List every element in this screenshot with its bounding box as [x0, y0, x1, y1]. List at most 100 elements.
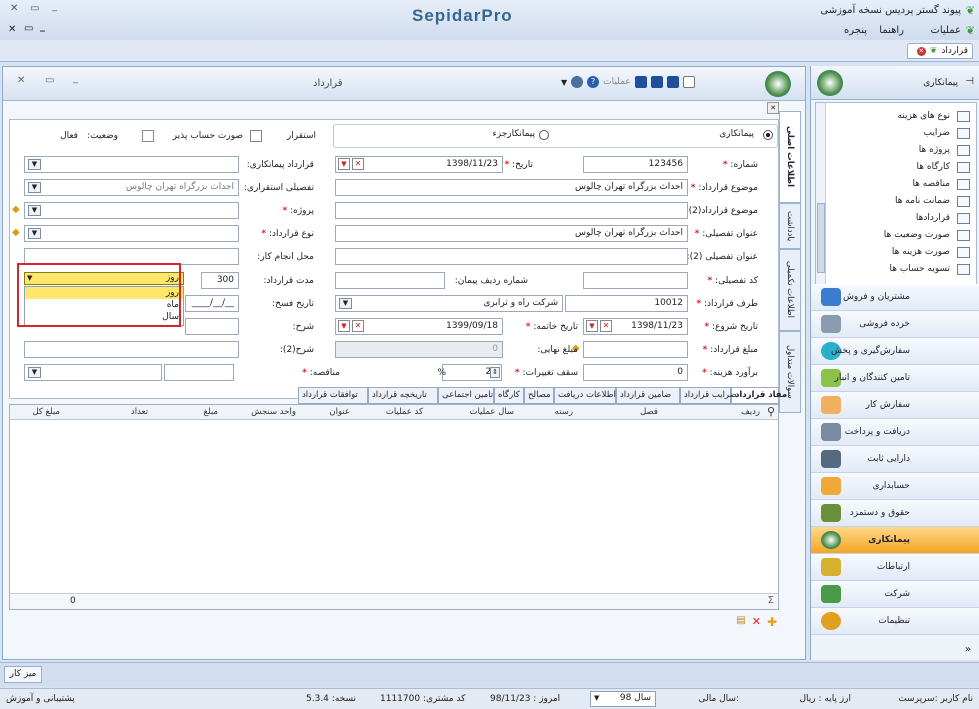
- pin-icon[interactable]: ⊣: [965, 76, 974, 87]
- module-accounting[interactable]: حسابداری: [811, 473, 979, 500]
- tree-item-workshops[interactable]: کارگاه ها: [917, 162, 950, 172]
- sign-icon[interactable]: [571, 76, 584, 88]
- party-code-field[interactable]: 10012: [565, 295, 688, 312]
- gtab-agreements[interactable]: توافقات قرارداد: [298, 387, 368, 404]
- start-field[interactable]: 1398/11/23: [583, 318, 688, 335]
- tab-contract[interactable]: ✕ ❦ قرارداد: [907, 43, 973, 59]
- date-filter-icon[interactable]: ▼: [338, 158, 350, 170]
- col-total[interactable]: مبلغ کل: [32, 407, 60, 417]
- tender-dropdown[interactable]: ▼: [28, 367, 41, 378]
- desktop-button[interactable]: میز کار: [4, 666, 42, 683]
- cancel-date-field[interactable]: __/__/____: [185, 295, 239, 312]
- add-row-icon[interactable]: ✚: [767, 615, 777, 629]
- start-filter-icon[interactable]: ▼: [586, 320, 598, 332]
- tree-item-settlements[interactable]: تسویه حساب ها: [889, 264, 950, 274]
- col-op-code[interactable]: کد عملیات: [386, 407, 423, 417]
- tree-item-tenders[interactable]: مناقصه ها: [912, 179, 950, 189]
- vtab-extra-info[interactable]: اطلاعات تکمیلی: [779, 249, 801, 331]
- module-treasury[interactable]: دریافت و پرداخت: [811, 419, 979, 446]
- project-field[interactable]: [24, 202, 239, 219]
- subject2-field[interactable]: [335, 202, 688, 219]
- copy-row-icon[interactable]: ▤: [736, 615, 745, 629]
- vtab-main-info[interactable]: اطلاعات اصلی: [779, 111, 801, 203]
- gtab-workshop[interactable]: کارگاه: [494, 387, 524, 404]
- gtab-receipt[interactable]: اطلاعات دریافت: [554, 387, 616, 404]
- sidebar-expand-icon[interactable]: »: [965, 644, 971, 655]
- col-title[interactable]: عنوان: [329, 407, 350, 417]
- doc-close-icon[interactable]: ✕: [8, 24, 16, 35]
- desc2-field[interactable]: [24, 341, 239, 358]
- toolbar-operations[interactable]: عملیات: [603, 77, 630, 87]
- end-filter-icon[interactable]: ▼: [338, 320, 350, 332]
- project-dropdown[interactable]: ▼: [28, 205, 41, 216]
- col-price[interactable]: مبلغ: [204, 407, 218, 417]
- gtab-social[interactable]: تامین اجتماعی: [438, 387, 494, 404]
- col-qty[interactable]: تعداد: [131, 407, 148, 417]
- tree-item-contracts[interactable]: قراردادها: [916, 213, 950, 223]
- clear-form-icon[interactable]: ✕: [767, 102, 779, 114]
- save-close-icon[interactable]: [650, 76, 663, 88]
- gtab-coeff[interactable]: ضرایب قرارداد: [680, 387, 737, 404]
- estimate-field[interactable]: 0: [583, 364, 688, 381]
- col-op-year[interactable]: سال عملیات: [469, 407, 514, 417]
- contract-row-field[interactable]: [335, 272, 445, 289]
- module-company[interactable]: شرکت: [811, 581, 979, 608]
- gtab-guarantees[interactable]: ضامین قرارداد: [616, 387, 680, 404]
- detail-code-field[interactable]: [583, 272, 688, 289]
- contractor-contract-dropdown[interactable]: ▼: [28, 159, 41, 170]
- win-restore-icon[interactable]: ▭: [45, 75, 54, 86]
- ceiling-spinner[interactable]: ⇕: [490, 367, 500, 378]
- tree-item-coefficients[interactable]: ضرایب: [924, 128, 950, 138]
- gtab-terms[interactable]: مفاد قرارداد: [731, 387, 787, 404]
- billable-checkbox[interactable]: [142, 130, 154, 142]
- fiscal-year-select[interactable]: سال 98 ▼: [590, 691, 656, 707]
- dropdown-arrow-icon[interactable]: ▼: [561, 78, 567, 87]
- menu-help[interactable]: راهنما: [879, 25, 904, 36]
- module-contracting[interactable]: پیمانکاری: [811, 527, 979, 554]
- menu-operations[interactable]: عملیات: [930, 25, 961, 36]
- tab-close-icon[interactable]: ✕: [916, 46, 926, 56]
- module-payroll[interactable]: حقوق و دستمزد: [811, 500, 979, 527]
- amount-field[interactable]: [583, 341, 688, 358]
- save-new-icon[interactable]: [634, 76, 647, 88]
- grid-search-icon[interactable]: ⚲: [767, 405, 775, 418]
- vtab-faq[interactable]: سوالات متداول: [779, 331, 801, 413]
- module-suppliers[interactable]: تامین کنندگان و انبار: [811, 365, 979, 392]
- tree-scroll-thumb[interactable]: [817, 203, 825, 273]
- col-class[interactable]: رسته: [555, 407, 573, 417]
- module-work-order[interactable]: سفارش کار: [811, 392, 979, 419]
- party-name-field[interactable]: شرکت راه و ترابری: [335, 295, 563, 312]
- close-window-icon[interactable]: ✕: [10, 3, 18, 14]
- minimize-window-icon[interactable]: _: [52, 1, 57, 12]
- party-dropdown[interactable]: ▼: [339, 298, 352, 309]
- restore-window-icon[interactable]: ▭: [30, 3, 39, 14]
- delete-row-icon[interactable]: ✕: [752, 615, 761, 629]
- start-clear-icon[interactable]: ✕: [600, 320, 612, 332]
- help-icon[interactable]: ?: [587, 76, 600, 88]
- end-clear-icon[interactable]: ✕: [352, 320, 364, 332]
- module-communications[interactable]: ارتباطات: [811, 554, 979, 581]
- doc-minimize-icon[interactable]: _: [40, 21, 45, 32]
- module-assets[interactable]: دارایی ثابت: [811, 446, 979, 473]
- gtab-materials[interactable]: مصالح: [524, 387, 554, 404]
- col-chapter[interactable]: فصل: [640, 407, 658, 417]
- contract-type-field[interactable]: [24, 225, 239, 242]
- col-unit[interactable]: واحد سنجش: [251, 407, 296, 417]
- contract-type-dropdown[interactable]: ▼: [28, 228, 41, 239]
- tender-code-field[interactable]: [24, 364, 162, 381]
- date-clear-icon[interactable]: ✕: [352, 158, 364, 170]
- detail-title2-field[interactable]: [335, 248, 688, 265]
- subject-field[interactable]: احداث بزرگراه تهران چالوس: [335, 179, 688, 196]
- win-minimize-icon[interactable]: _: [73, 73, 78, 84]
- number-field[interactable]: 123456: [583, 156, 688, 173]
- tree-item-projects[interactable]: پروژه ها: [919, 145, 950, 155]
- desc-field[interactable]: [185, 318, 239, 335]
- contractor-contract-field[interactable]: [24, 156, 239, 173]
- module-sales[interactable]: مشتریان و فروش: [811, 284, 979, 311]
- vtab-notes[interactable]: یادداشت: [779, 203, 801, 249]
- fiscal-dropdown-icon[interactable]: ▼: [594, 694, 599, 702]
- duration-field[interactable]: 300: [201, 272, 239, 289]
- module-settings[interactable]: تنظیمات: [811, 608, 979, 635]
- gtab-history[interactable]: تاریخچه قرارداد: [368, 387, 438, 404]
- save-icon[interactable]: [666, 76, 679, 88]
